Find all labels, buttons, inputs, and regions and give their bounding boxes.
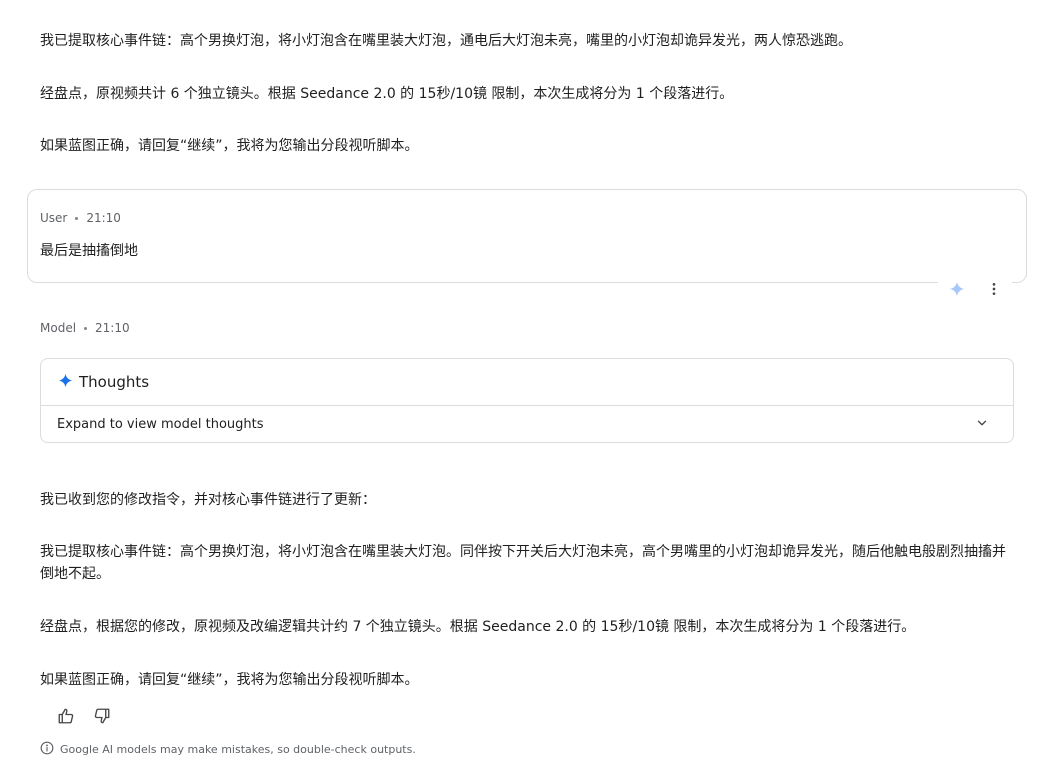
thoughts-panel: Thoughts Expand to view model thoughts (40, 358, 1014, 443)
expand-thoughts-label: Expand to view model thoughts (57, 417, 264, 432)
chat-page: 我已提取核心事件链：高个男换灯泡，将小灯泡含在嘴里装大灯泡，通电后大灯泡未亮，嘴… (0, 0, 1059, 780)
thoughts-title: Thoughts (79, 373, 150, 391)
user-message-text: 最后是抽搐倒地 (40, 243, 138, 259)
model-paragraph: 经盘点，原视频共计 6 个独立镜头。根据 Seedance 2.0 的 15秒/… (40, 86, 734, 102)
thumbs-down-icon[interactable] (88, 702, 116, 730)
sparkle-icon[interactable] (943, 275, 971, 303)
chevron-down-icon (975, 416, 989, 434)
thoughts-header: Thoughts (41, 359, 1013, 406)
disclaimer-text: Google AI models may make mistakes, so d… (60, 743, 416, 756)
model-paragraph: 我已提取核心事件链：高个男换灯泡，将小灯泡含在嘴里装大灯泡，通电后大灯泡未亮，嘴… (40, 33, 852, 49)
feedback-actions (52, 702, 116, 730)
user-turn-meta: User 21:10 (40, 211, 121, 225)
model-paragraph: 如果蓝图正确，请回复“继续”，我将为您输出分段视听脚本。 (40, 672, 419, 688)
separator-dot (75, 216, 79, 220)
model-paragraph: 我已提取核心事件链：高个男换灯泡，将小灯泡含在嘴里装大灯泡。同伴按下开关后大灯泡… (40, 544, 1006, 582)
model-paragraph: 我已收到您的修改指令，并对核心事件链进行了更新： (40, 492, 376, 508)
model-turn-meta: Model 21:10 (40, 321, 130, 335)
timestamp: 21:10 (86, 211, 121, 225)
model-paragraph: 经盘点，根据您的修改，原视频及改编逻辑共计约 7 个独立镜头。根据 Seedan… (40, 619, 916, 635)
more-options-icon[interactable] (980, 275, 1008, 303)
info-icon (40, 741, 54, 758)
timestamp: 21:10 (95, 321, 130, 335)
disclaimer: Google AI models may make mistakes, so d… (40, 741, 416, 758)
expand-thoughts-button[interactable]: Expand to view model thoughts (41, 406, 1013, 443)
thumbs-up-icon[interactable] (52, 702, 80, 730)
model-paragraph: 如果蓝图正确，请回复“继续”，我将为您输出分段视听脚本。 (40, 138, 419, 154)
sparkle-icon (58, 373, 73, 392)
role-label: Model (40, 321, 77, 335)
separator-dot (84, 326, 88, 330)
turn-actions (938, 272, 1012, 306)
role-label: User (40, 211, 68, 225)
user-turn-card[interactable]: User 21:10 最后是抽搐倒地 (27, 189, 1027, 283)
